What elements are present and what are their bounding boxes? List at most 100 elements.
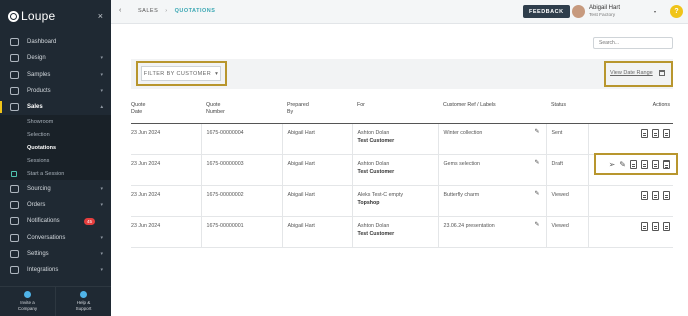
cell-status: Viewed — [545, 185, 588, 217]
sales-submenu: Showroom Selection Quotations Sessions S… — [0, 115, 111, 181]
sidebar-item-orders[interactable]: Orders ▾ — [0, 197, 111, 213]
pdf-document-icon[interactable] — [652, 190, 659, 200]
cell-actions — [587, 216, 673, 248]
help-circle-icon[interactable]: ? — [670, 5, 683, 18]
sidebar-subitem-showroom[interactable]: Showroom — [0, 115, 111, 128]
sidebar-item-label: Samples — [27, 71, 51, 78]
breadcrumb-sales[interactable]: SALES — [138, 8, 158, 14]
calendar-icon[interactable] — [659, 70, 665, 76]
sidebar-item-label: Products — [27, 88, 51, 95]
edit-pencil-icon[interactable]: ✎ — [534, 190, 539, 199]
cell-actions — [587, 185, 673, 217]
download-document-icon[interactable] — [663, 221, 670, 231]
chevron-down-icon: ▾ — [100, 185, 103, 192]
pdf-document-icon[interactable] — [652, 221, 659, 231]
table-row[interactable]: 23 Jun 2024 1675-00000002 Abigail Hart A… — [131, 185, 673, 217]
header-text: Prepared — [287, 102, 309, 108]
sidebar-item-samples[interactable]: Samples ▾ — [0, 67, 111, 83]
help-support-button[interactable]: Help & Support — [56, 287, 111, 316]
header-quote-number[interactable]: Quote Number — [201, 100, 282, 124]
download-document-icon[interactable] — [663, 190, 670, 200]
cell-number: 1675-00000002 — [200, 185, 282, 217]
for-person: Ashton Dolan — [357, 160, 390, 167]
sidebar-item-label: Sales — [27, 104, 43, 111]
logo[interactable]: Loupe — [8, 9, 55, 23]
cell-date: 23 Jun 2024 — [131, 154, 201, 186]
search-input[interactable] — [593, 37, 673, 49]
feedback-button[interactable]: FEEDBACK — [523, 5, 570, 18]
header-quote-date[interactable]: Quote Date — [131, 100, 201, 124]
table-row[interactable]: 23 Jun 2024 1675-00000004 Abigail Hart A… — [131, 123, 673, 155]
sidebar-item-dashboard[interactable]: Dashboard — [0, 34, 111, 50]
caret-down-icon: ▾ — [215, 70, 219, 77]
sidebar: Loupe × Dashboard Design ▾ Samples ▾ Produ… — [0, 0, 111, 316]
cell-prepared: Abigail Hart — [281, 154, 352, 186]
view-document-icon[interactable] — [641, 128, 648, 138]
user-menu-chevron-icon[interactable]: ▾ — [654, 9, 656, 14]
sidebar-subitem-selection[interactable]: Selection — [0, 128, 111, 141]
cell-date: 23 Jun 2024 — [131, 216, 201, 248]
invite-company-button[interactable]: Invite a Company — [0, 287, 56, 316]
cell-ref: 23.06.24 presentation ✎ — [437, 216, 546, 248]
view-date-range-link[interactable]: View Date Range — [610, 70, 653, 76]
sidebar-item-settings[interactable]: Settings ▾ — [0, 246, 111, 262]
close-icon[interactable]: × — [98, 11, 103, 21]
sidebar-item-design[interactable]: Design ▾ — [0, 50, 111, 66]
for-company: Test Customer — [357, 137, 395, 144]
for-person: Ashton Dolan — [357, 222, 390, 229]
header-for[interactable]: For — [352, 100, 438, 124]
edit-pencil-icon[interactable]: ✎ — [534, 128, 539, 137]
header-text: Quote — [206, 102, 221, 108]
sidebar-item-sourcing[interactable]: Sourcing ▾ — [0, 180, 111, 196]
sidebar-item-notifications[interactable]: Notifications 45 — [0, 213, 111, 229]
header-status[interactable]: Status — [546, 100, 588, 124]
help-icon — [80, 291, 87, 299]
chevron-down-icon: ▾ — [100, 55, 103, 62]
table-row[interactable]: 23 Jun 2024 1675-00000003 Abigail Hart A… — [131, 154, 673, 186]
cell-prepared: Abigail Hart — [281, 123, 352, 155]
avatar[interactable] — [572, 5, 585, 18]
sales-icon — [10, 103, 19, 112]
quotations-table: Quote Date Quote Number Prepared By For Cus… — [131, 100, 673, 248]
header-prepared-by[interactable]: Prepared By — [282, 100, 352, 124]
filter-label: FILTER BY CUSTOMER — [143, 70, 212, 77]
for-company: Test Customer — [357, 230, 395, 237]
edit-pencil-icon[interactable]: ✎ — [534, 159, 539, 168]
header-customer-ref[interactable]: Customer Ref / Labels — [438, 100, 546, 124]
cell-ref: Gems selection ✎ — [437, 154, 546, 186]
sidebar-item-sales[interactable]: Sales ▴ — [0, 99, 111, 115]
sidebar-item-conversations[interactable]: Conversations ▾ — [0, 229, 111, 245]
sidebar-item-label: Design — [27, 55, 46, 62]
download-document-icon[interactable] — [663, 128, 670, 138]
user-name[interactable]: Abigail Hart — [589, 5, 620, 11]
invite-label-2: Company — [17, 306, 38, 311]
for-company: Test Customer — [357, 168, 395, 175]
for-person: Ashton Dolan — [357, 129, 390, 136]
sidebar-item-integrations[interactable]: Integrations ▾ — [0, 262, 111, 278]
sidebar-item-products[interactable]: Products ▾ — [0, 83, 111, 99]
sidebar-subitem-sessions[interactable]: Sessions — [0, 154, 111, 167]
sidebar-subitem-start-session[interactable]: Start a Session — [0, 167, 111, 180]
cell-for: Aleks Test-C empty Topshop — [351, 185, 438, 217]
table-row[interactable]: 23 Jun 2024 1675-00000001 Abigail Hart A… — [131, 216, 673, 248]
user-company: Test Factory — [589, 13, 616, 18]
header-text: By — [287, 109, 294, 116]
chat-icon — [10, 233, 19, 242]
chevron-down-icon: ▾ — [100, 88, 103, 95]
ref-text: Gems selection — [443, 160, 481, 167]
view-document-icon[interactable] — [641, 221, 648, 231]
filter-by-customer-dropdown[interactable]: FILTER BY CUSTOMER ▾ — [141, 66, 221, 81]
view-document-icon[interactable] — [641, 190, 648, 200]
header-actions: Actions — [588, 100, 673, 124]
back-chevron-icon[interactable]: ‹ — [119, 7, 121, 14]
header-text: Date — [131, 109, 143, 116]
sidebar-subitem-quotations[interactable]: Quotations — [0, 141, 111, 154]
edit-pencil-icon[interactable]: ✎ — [534, 221, 539, 230]
ref-text: Butterfly charm — [443, 191, 480, 198]
cell-for: Ashton Dolan Test Customer — [351, 123, 438, 155]
header-text: Number — [206, 109, 225, 116]
sidebar-nav: Dashboard Design ▾ Samples ▾ Products ▾ Sal… — [0, 34, 111, 278]
cell-date: 23 Jun 2024 — [131, 123, 201, 155]
pdf-document-icon[interactable] — [652, 128, 659, 138]
cell-number: 1675-00000001 — [200, 216, 282, 248]
